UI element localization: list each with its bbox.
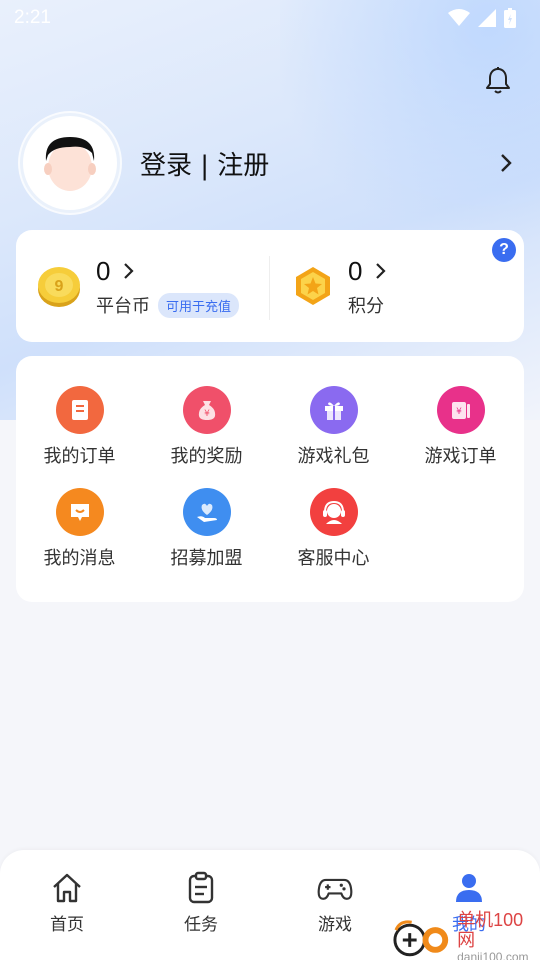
login-register-link[interactable]: 登录 | 注册 [140, 145, 269, 182]
service-label: 客服中心 [297, 548, 370, 569]
watermark: 单机100网 danji100.com [390, 910, 540, 960]
service-label: 招募加盟 [170, 548, 243, 569]
points-balance: 0 [348, 255, 363, 286]
services-card: 我的订单 ¥ 我的奖励 游戏礼包 ¥ 游戏订单 我的消息 招募加盟 客服中心 [16, 356, 524, 602]
coin-label: 平台币 [96, 296, 150, 317]
tab-label: 首页 [50, 915, 84, 935]
service-my-orders[interactable]: 我的订单 [16, 386, 143, 476]
points-icon [296, 267, 330, 305]
avatar[interactable] [20, 113, 120, 213]
reward-bag-icon: ¥ [182, 386, 231, 434]
default-avatar-icon [44, 137, 96, 191]
service-label: 游戏礼包 [297, 446, 370, 467]
points-label: 积分 [348, 296, 384, 317]
task-icon [188, 871, 214, 904]
bell-icon[interactable] [482, 64, 514, 96]
watermark-title: 单机100网 [457, 910, 524, 950]
chevron-right-icon [376, 263, 387, 279]
chevron-right-icon[interactable] [496, 151, 516, 175]
gamepad-icon [317, 878, 353, 900]
service-label: 游戏订单 [424, 446, 497, 467]
divider [269, 256, 270, 320]
coin-icon: 9 [38, 267, 80, 307]
service-recruit-partner[interactable]: 招募加盟 [143, 488, 270, 578]
points[interactable]: 0 积分 [292, 230, 388, 342]
order-icon [55, 386, 104, 434]
wallet-card: ? 9 0 平台币 可用于充值 0 积分 [16, 230, 524, 342]
service-label: 我的奖励 [170, 446, 243, 467]
customer-service-icon [309, 488, 358, 536]
tab-games[interactable]: 游戏 [268, 870, 402, 940]
tab-home[interactable]: 首页 [0, 870, 134, 940]
game-order-icon: ¥ [436, 386, 485, 434]
tab-label: 游戏 [318, 915, 352, 935]
message-icon [55, 488, 104, 536]
profile-icon [456, 874, 482, 902]
svg-text:¥: ¥ [204, 409, 210, 419]
recharge-badge: 可用于充值 [158, 292, 240, 318]
service-label: 我的消息 [43, 548, 116, 569]
recruit-icon [182, 488, 231, 536]
wifi-icon [448, 9, 470, 26]
status-time: 2:21 [14, 7, 51, 28]
profile-row[interactable]: 登录 | 注册 [20, 113, 520, 213]
service-game-gifts[interactable]: 游戏礼包 [270, 386, 397, 476]
status-icons [448, 8, 516, 28]
service-game-orders[interactable]: ¥ 游戏订单 [397, 386, 524, 476]
gift-icon [309, 386, 358, 434]
service-label: 我的订单 [43, 446, 116, 467]
signal-icon [478, 9, 496, 27]
svg-text:¥: ¥ [456, 407, 462, 417]
watermark-url: danji100.com [457, 949, 529, 960]
battery-icon [504, 8, 516, 28]
service-customer-center[interactable]: 客服中心 [270, 488, 397, 578]
help-icon[interactable]: ? [492, 238, 516, 262]
platform-coins[interactable]: 9 0 平台币 可用于充值 [36, 230, 240, 342]
watermark-logo [393, 919, 449, 956]
home-icon [53, 873, 81, 903]
service-my-rewards[interactable]: ¥ 我的奖励 [143, 386, 270, 476]
status-bar: 2:21 [0, 0, 540, 36]
tab-tasks[interactable]: 任务 [134, 870, 268, 940]
svg-text:9: 9 [55, 278, 64, 295]
coin-balance: 0 [96, 255, 111, 286]
chevron-right-icon [124, 263, 135, 279]
tab-label: 任务 [184, 915, 218, 935]
service-my-messages[interactable]: 我的消息 [16, 488, 143, 578]
